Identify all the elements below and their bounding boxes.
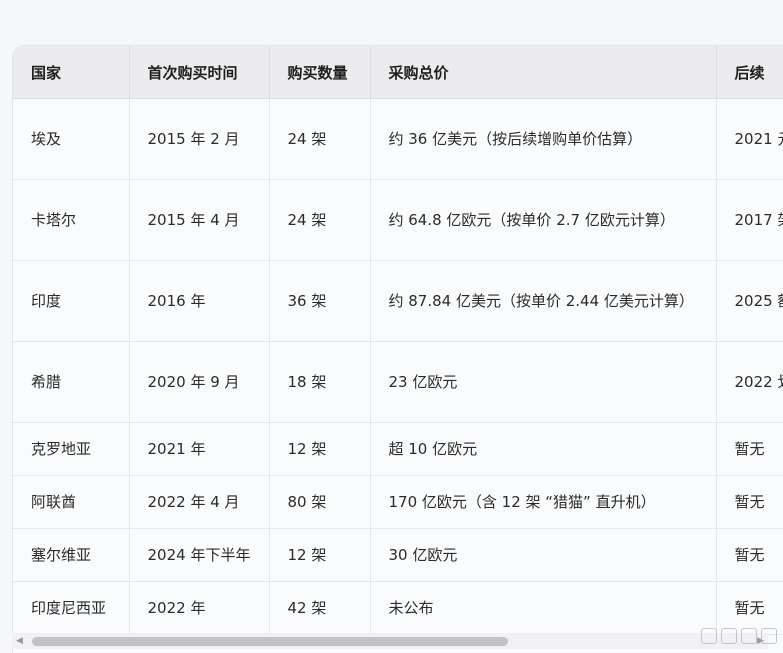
cell-price: 超 10 亿欧元 bbox=[370, 422, 717, 476]
cell-country: 阿联酋 bbox=[13, 475, 130, 529]
cell-quantity: 24 架 bbox=[269, 179, 371, 261]
scroll-left-icon[interactable]: ◀ bbox=[16, 636, 23, 646]
horizontal-scrollbar[interactable]: ◀ ▶ bbox=[12, 633, 768, 649]
table-row: 卡塔尔 2015 年 4 月 24 架 约 64.8 亿欧元（按单价 2.7 亿… bbox=[13, 179, 783, 261]
cell-follow-up: 暂无 bbox=[716, 475, 783, 529]
cell-country: 印度尼西亚 bbox=[13, 581, 130, 635]
cell-follow-up: 暂无 bbox=[716, 581, 783, 635]
watermark-square-icon bbox=[741, 628, 757, 644]
header-quantity: 购买数量 bbox=[269, 46, 371, 99]
cell-time: 2015 年 2 月 bbox=[129, 98, 270, 180]
cell-time: 2021 年 bbox=[129, 422, 270, 476]
watermark-logo bbox=[701, 628, 777, 644]
cell-price: 约 64.8 亿欧元（按单价 2.7 亿欧元计算） bbox=[370, 179, 717, 261]
cell-follow-up: 暂无 bbox=[716, 528, 783, 582]
table-row: 塞尔维亚 2024 年下半年 12 架 30 亿欧元 暂无 bbox=[13, 528, 783, 582]
table-row: 希腊 2020 年 9 月 18 架 23 亿欧元 2022 划再 bbox=[13, 341, 783, 423]
cell-country: 印度 bbox=[13, 260, 130, 342]
cell-follow-up: 2017 架 bbox=[716, 179, 783, 261]
header-total-price: 采购总价 bbox=[370, 46, 717, 99]
table-row: 埃及 2015 年 2 月 24 架 约 36 亿美元（按后续增购单价估算） 2… bbox=[13, 98, 783, 180]
cell-time: 2016 年 bbox=[129, 260, 270, 342]
table-container[interactable]: 国家 首次购买时间 购买数量 采购总价 后续 埃及 2015 年 2 月 24 … bbox=[12, 45, 783, 653]
purchase-table: 国家 首次购买时间 购买数量 采购总价 后续 埃及 2015 年 2 月 24 … bbox=[13, 46, 783, 635]
cell-price: 30 亿欧元 bbox=[370, 528, 717, 582]
cell-price: 约 36 亿美元（按后续增购单价估算） bbox=[370, 98, 717, 180]
cell-quantity: 12 架 bbox=[269, 422, 371, 476]
table-row: 印度尼西亚 2022 年 42 架 未公布 暂无 bbox=[13, 581, 783, 635]
cell-time: 2022 年 4 月 bbox=[129, 475, 270, 529]
scrollbar-thumb[interactable] bbox=[32, 637, 508, 646]
table-header-row: 国家 首次购买时间 购买数量 采购总价 后续 bbox=[13, 46, 783, 99]
header-follow-up: 后续 bbox=[716, 46, 783, 99]
cell-price: 约 87.84 亿美元（按单价 2.44 亿美元计算） bbox=[370, 260, 717, 342]
cell-time: 2020 年 9 月 bbox=[129, 341, 270, 423]
cell-time: 2015 年 4 月 bbox=[129, 179, 270, 261]
cell-follow-up: 暂无 bbox=[716, 422, 783, 476]
cell-country: 希腊 bbox=[13, 341, 130, 423]
cell-quantity: 18 架 bbox=[269, 341, 371, 423]
table-row: 克罗地亚 2021 年 12 架 超 10 亿欧元 暂无 bbox=[13, 422, 783, 476]
watermark-square-icon bbox=[761, 628, 777, 644]
cell-price: 未公布 bbox=[370, 581, 717, 635]
table-row: 阿联酋 2022 年 4 月 80 架 170 亿欧元（含 12 架 “猎猫” … bbox=[13, 475, 783, 529]
watermark-square-icon bbox=[701, 628, 717, 644]
cell-country: 卡塔尔 bbox=[13, 179, 130, 261]
cell-quantity: 12 架 bbox=[269, 528, 371, 582]
cell-quantity: 42 架 bbox=[269, 581, 371, 635]
header-first-purchase-time: 首次购买时间 bbox=[129, 46, 270, 99]
cell-price: 23 亿欧元 bbox=[370, 341, 717, 423]
watermark-square-icon bbox=[721, 628, 737, 644]
cell-country: 埃及 bbox=[13, 98, 130, 180]
cell-follow-up: 2025 额约 bbox=[716, 260, 783, 342]
cell-quantity: 24 架 bbox=[269, 98, 371, 180]
table-row: 印度 2016 年 36 架 约 87.84 亿美元（按单价 2.44 亿美元计… bbox=[13, 260, 783, 342]
header-country: 国家 bbox=[13, 46, 130, 99]
cell-time: 2022 年 bbox=[129, 581, 270, 635]
cell-time: 2024 年下半年 bbox=[129, 528, 270, 582]
cell-price: 170 亿欧元（含 12 架 “猎猫” 直升机） bbox=[370, 475, 717, 529]
cell-country: 克罗地亚 bbox=[13, 422, 130, 476]
cell-follow-up: 2022 划再 bbox=[716, 341, 783, 423]
cell-quantity: 80 架 bbox=[269, 475, 371, 529]
cell-follow-up: 2021 元 bbox=[716, 98, 783, 180]
cell-quantity: 36 架 bbox=[269, 260, 371, 342]
cell-country: 塞尔维亚 bbox=[13, 528, 130, 582]
